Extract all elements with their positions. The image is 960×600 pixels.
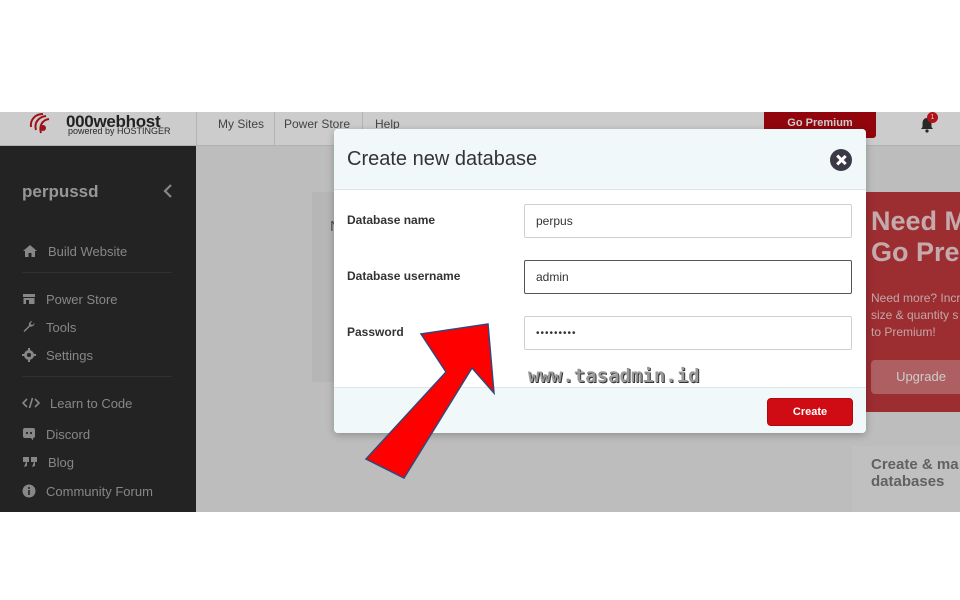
screenshot: 000webhost powered by HOSTINGER My Sites… [0,112,960,512]
red-arrow-annotation [364,323,495,479]
arrow-shape [364,323,495,479]
